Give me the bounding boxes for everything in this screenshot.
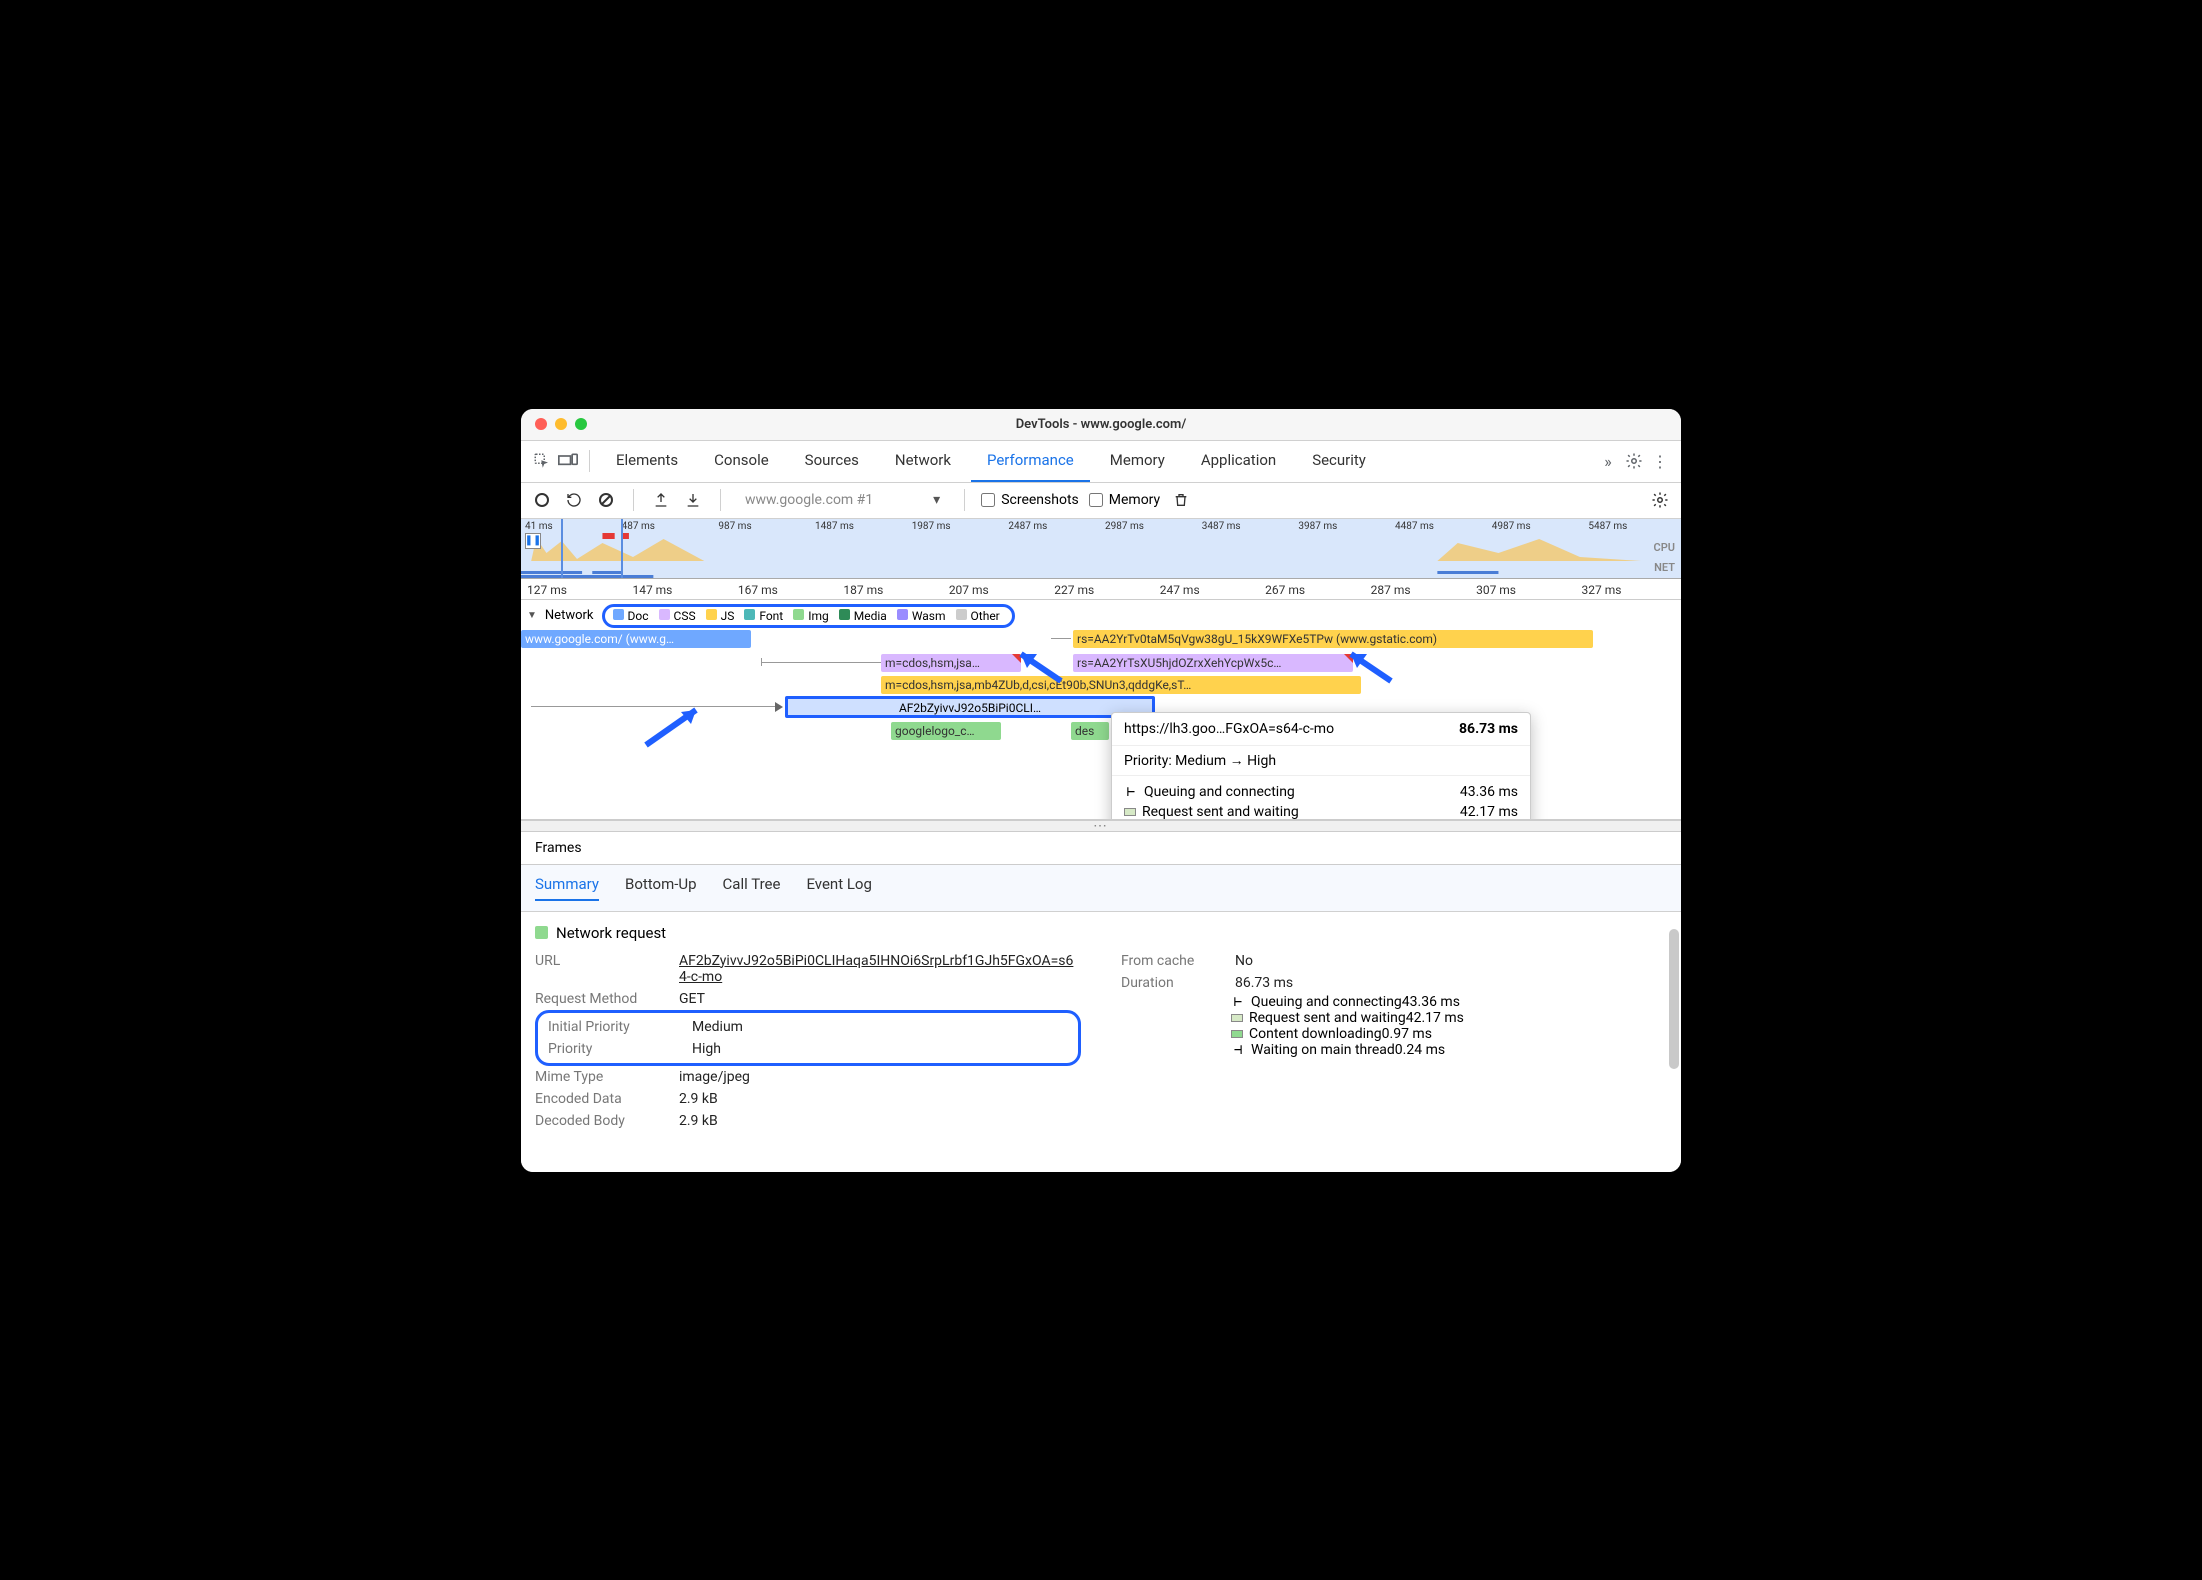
legend-item: Img — [793, 609, 829, 623]
bar-selected[interactable]: AF2bZyivvJ92o5BiPi0CLI… — [785, 696, 1155, 718]
download-icon[interactable] — [682, 489, 704, 511]
kebab-icon[interactable]: ⋮ — [1649, 450, 1671, 472]
perf-toolbar: www.google.com #1▾ Screenshots Memory — [521, 483, 1681, 519]
network-section-label: Network — [545, 608, 594, 623]
bar-img-2[interactable]: des — [1071, 722, 1109, 740]
request-type-icon — [535, 926, 548, 939]
titlebar: DevTools - www.google.com/ — [521, 409, 1681, 441]
summary-title: Network request — [556, 924, 666, 942]
duration-row: ⊣Waiting on main thread0.24 ms — [1231, 1042, 1667, 1058]
upload-icon[interactable] — [650, 489, 672, 511]
subtab-call-tree[interactable]: Call Tree — [723, 875, 781, 901]
tooltip-total: 86.73 ms — [1459, 721, 1518, 737]
recording-dropdown[interactable]: www.google.com #1▾ — [737, 490, 948, 510]
legend-item: Wasm — [897, 609, 946, 623]
legend-item: Font — [744, 609, 783, 623]
memory-toggle[interactable]: Memory — [1089, 492, 1160, 508]
net-graph — [521, 564, 1641, 574]
clear-icon[interactable] — [595, 489, 617, 511]
reload-icon[interactable] — [563, 489, 585, 511]
scrollbar[interactable] — [1669, 929, 1679, 1069]
tab-network[interactable]: Network — [879, 440, 967, 482]
subtab-bottom-up[interactable]: Bottom-Up — [625, 875, 697, 901]
tooltip-priority: Priority: Medium → High — [1112, 746, 1530, 776]
tooltip-url: https://lh3.goo…FGxOA=s64-c-mo — [1124, 721, 1334, 737]
devtools-window: DevTools - www.google.com/ Elements Cons… — [521, 409, 1681, 1172]
cpu-graph — [521, 533, 1641, 561]
network-legend: Doc CSS JS Font Img Media Wasm Other — [602, 604, 1015, 628]
window-title: DevTools - www.google.com/ — [521, 417, 1681, 432]
annotation-arrow — [641, 700, 721, 750]
overview-handle-left[interactable] — [561, 519, 563, 578]
tab-memory[interactable]: Memory — [1094, 440, 1181, 482]
tab-performance[interactable]: Performance — [971, 440, 1090, 482]
more-panels-icon[interactable]: » — [1597, 450, 1619, 472]
duration: 86.73 ms — [1235, 975, 1293, 991]
decoded-body: 2.9 kB — [679, 1113, 718, 1129]
collapse-icon[interactable]: ▼ — [527, 610, 537, 621]
priority: High — [692, 1041, 721, 1057]
bar-img-1[interactable]: googlelogo_c… — [891, 722, 1001, 740]
tooltip-row: Request sent and waiting42.17 ms — [1124, 802, 1518, 820]
request-method: GET — [679, 991, 705, 1007]
bar-js-1[interactable]: m=cdos,hsm,jsa,mb4ZUb,d,csi,cEt90b,SNUn3… — [881, 676, 1361, 694]
capture-settings-icon[interactable] — [1649, 489, 1671, 511]
settings-icon[interactable] — [1623, 450, 1645, 472]
bar-doc[interactable]: www.google.com/ (www.g… — [521, 630, 751, 648]
priority-highlight: Initial PriorityMedium PriorityHigh — [535, 1010, 1081, 1066]
screenshots-toggle[interactable]: Screenshots — [981, 492, 1079, 508]
legend-item: Doc — [613, 609, 649, 623]
tab-application[interactable]: Application — [1185, 440, 1292, 482]
encoded-data: 2.9 kB — [679, 1091, 718, 1107]
mime-type: image/jpeg — [679, 1069, 750, 1085]
duration-row: Request sent and waiting42.17 ms — [1231, 1010, 1667, 1026]
bar-css-1[interactable]: m=cdos,hsm,jsa… — [881, 654, 1021, 672]
record-icon[interactable] — [531, 489, 553, 511]
legend-item: Other — [956, 609, 1000, 623]
resize-handle[interactable]: ⋯ — [521, 820, 1681, 832]
tab-sources[interactable]: Sources — [789, 440, 875, 482]
pause-icon[interactable]: ❚❚ — [525, 533, 541, 549]
url-link[interactable]: AF2bZyivvJ92o5BiPi0CLIHaqa5IHNOi6SrpLrbf… — [679, 953, 1081, 985]
flame-chart[interactable]: ▼ Network DocCSSJSFontImgMediaWasmOther … — [521, 600, 1681, 820]
tab-security[interactable]: Security — [1296, 440, 1382, 482]
time-ruler: 127 ms147 ms167 ms187 ms207 ms227 ms247 … — [521, 579, 1681, 600]
bar-js-2[interactable]: rs=AA2YrTv0taM5qVgw38gU_15kX9WFXe5TPw (w… — [1073, 630, 1593, 648]
tab-elements[interactable]: Elements — [600, 440, 694, 482]
duration-row: Content downloading0.97 ms — [1231, 1026, 1667, 1042]
subtab-summary[interactable]: Summary — [535, 875, 599, 901]
legend-item: CSS — [659, 609, 696, 623]
gc-icon[interactable] — [1170, 489, 1192, 511]
duration-row: ⊢Queuing and connecting43.36 ms — [1231, 994, 1667, 1010]
device-icon[interactable] — [557, 450, 579, 472]
legend-item: Media — [839, 609, 887, 623]
overview-timeline[interactable]: 41 ms487 ms987 ms1487 ms1987 ms2487 ms29… — [521, 519, 1681, 579]
detail-tabs: Summary Bottom-Up Call Tree Event Log — [521, 865, 1681, 912]
panel-tabs: Elements Console Sources Network Perform… — [521, 441, 1681, 483]
request-tooltip: https://lh3.goo…FGxOA=s64-c-mo 86.73 ms … — [1111, 712, 1531, 820]
subtab-event-log[interactable]: Event Log — [806, 875, 871, 901]
inspect-icon[interactable] — [531, 450, 553, 472]
bar-css-2[interactable]: rs=AA2YrTsXU5hjdOZrxXehYcpWx5c… — [1073, 654, 1353, 672]
from-cache: No — [1235, 953, 1253, 969]
tab-console[interactable]: Console — [698, 440, 785, 482]
tooltip-row: ⊢Queuing and connecting43.36 ms — [1124, 782, 1518, 802]
legend-item: JS — [706, 609, 735, 623]
frames-section[interactable]: Frames — [521, 832, 1681, 865]
overview-handle-right[interactable] — [621, 519, 623, 578]
summary-panel: Network request URLAF2bZyivvJ92o5BiPi0CL… — [521, 912, 1681, 1172]
initial-priority: Medium — [692, 1019, 743, 1035]
